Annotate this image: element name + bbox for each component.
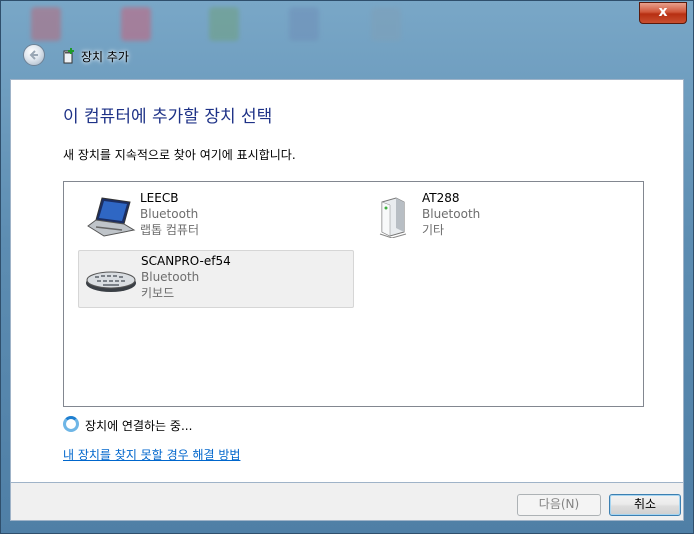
device-type: Bluetooth <box>422 207 481 221</box>
back-button[interactable] <box>23 44 45 66</box>
device-list[interactable]: LEECB Bluetooth 랩톱 컴퓨터 AT288 Bluetooth 기… <box>63 181 644 407</box>
page-heading: 이 컴퓨터에 추가할 장치 선택 <box>63 107 273 127</box>
device-category: 키보드 <box>141 286 175 300</box>
button-bar: 다음(N) 취소 <box>10 483 684 521</box>
help-link[interactable]: 내 장치를 찾지 못할 경우 해결 방법 <box>63 446 240 463</box>
device-name: AT288 <box>422 191 460 205</box>
device-item-at288[interactable]: AT288 Bluetooth 기타 <box>360 188 630 246</box>
title-bar: x 장치 추가 <box>1 1 693 79</box>
keyboard-icon <box>86 271 136 292</box>
add-device-icon <box>63 48 74 64</box>
cancel-button[interactable]: 취소 <box>609 494 681 516</box>
content-area: 이 컴퓨터에 추가할 장치 선택 새 장치를 지속적으로 찾아 여기에 표시합니… <box>10 79 684 483</box>
device-type: Bluetooth <box>141 270 200 284</box>
status-text: 장치에 연결하는 중... <box>85 419 193 433</box>
back-arrow-icon <box>29 50 38 60</box>
device-name: LEECB <box>140 191 179 205</box>
device-item-leecb[interactable]: LEECB Bluetooth 랩톱 컴퓨터 <box>78 188 354 246</box>
background-blur <box>31 3 431 47</box>
page-subtext: 새 장치를 지속적으로 찾아 여기에 표시합니다. <box>63 148 296 162</box>
spinner-icon <box>63 416 79 432</box>
add-device-window: x 장치 추가 이 컴퓨터에 추가할 장치 선택 새 장치를 지속적으로 찾아 … <box>0 0 694 534</box>
laptop-icon <box>87 197 136 237</box>
device-type: Bluetooth <box>140 207 199 221</box>
next-button[interactable]: 다음(N) <box>517 494 601 516</box>
device-item-scanpro[interactable]: SCANPRO-ef54 Bluetooth 키보드 <box>78 250 354 308</box>
device-name: SCANPRO-ef54 <box>141 254 231 268</box>
window-title: 장치 추가 <box>81 50 129 64</box>
close-button[interactable]: x <box>639 2 687 24</box>
device-tower-icon <box>379 197 407 238</box>
device-category: 랩톱 컴퓨터 <box>140 223 200 237</box>
device-category: 기타 <box>422 223 445 237</box>
